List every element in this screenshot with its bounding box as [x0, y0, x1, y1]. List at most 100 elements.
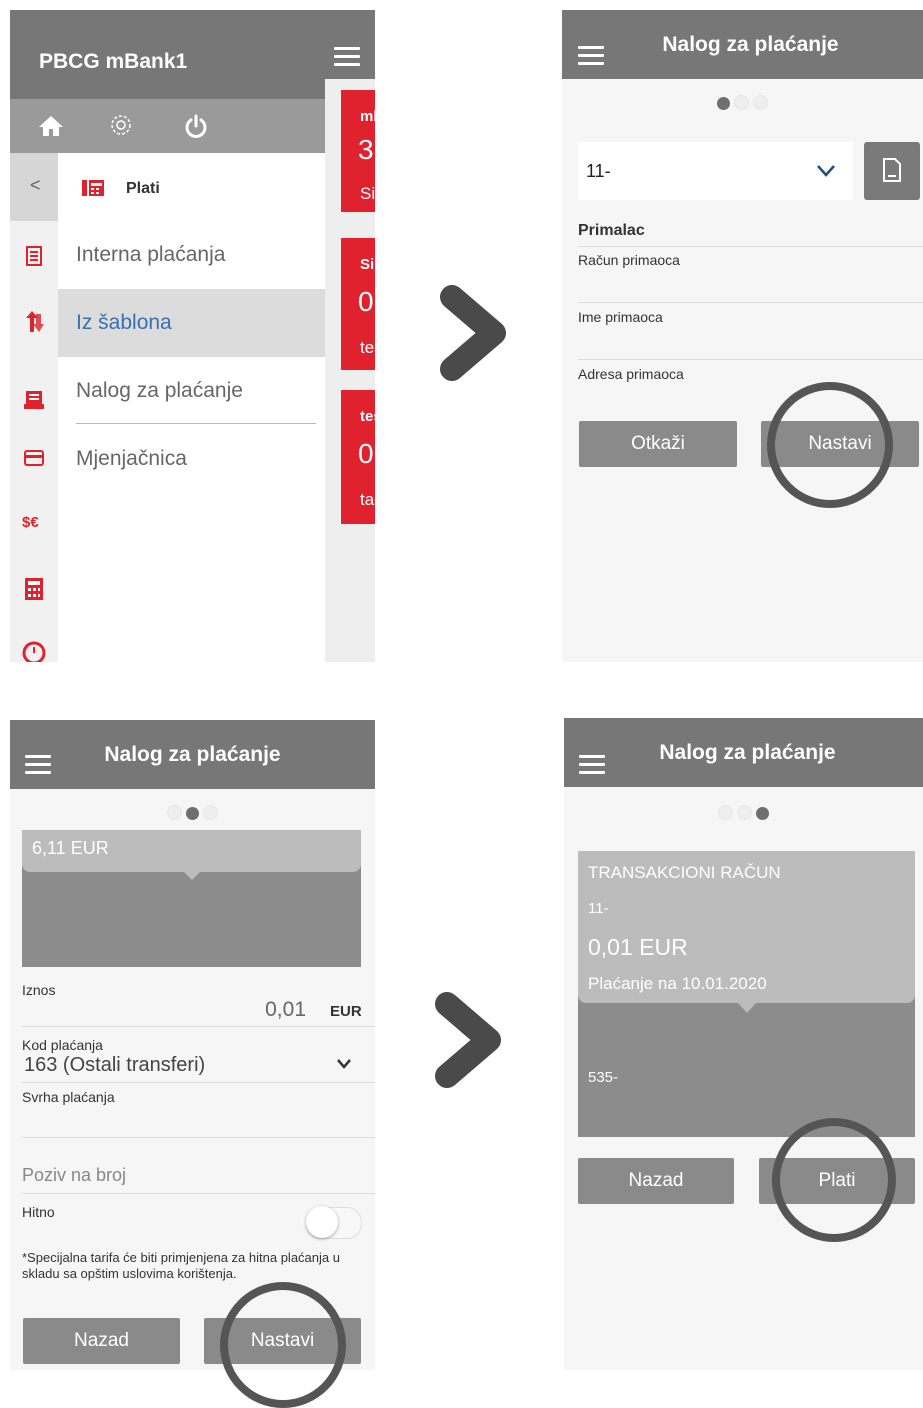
top-bar: Nalog za plaćanje — [564, 718, 923, 787]
chevron-down-icon — [817, 165, 835, 177]
document-icon — [883, 158, 901, 182]
calculator-icon[interactable] — [25, 578, 43, 600]
menu-item-nalog[interactable]: Nalog za plaćanje — [10, 357, 325, 425]
document-icon[interactable] — [26, 246, 42, 266]
reference-input[interactable]: Poziv na broj — [22, 1165, 126, 1186]
screen-confirm: Nalog za plaćanje TRANSAKCIONI RAČUN 11-… — [564, 718, 923, 1370]
card-line2: 0, — [358, 438, 375, 469]
recipient-account-field[interactable]: Račun primaoca — [578, 252, 918, 268]
page-indicator — [564, 805, 923, 825]
page-title: Nalog za plaćanje — [659, 741, 836, 764]
account-card-1[interactable]: mb 33 Sim — [341, 90, 375, 212]
menu-item-label: Mjenjačnica — [76, 447, 187, 470]
divider — [22, 1026, 375, 1027]
payment-amount: 0,01 EUR — [588, 934, 688, 960]
divider — [22, 1082, 375, 1083]
currency-label: EUR — [330, 1003, 362, 1020]
menu-icon[interactable] — [334, 47, 360, 66]
card-line1: tes — [360, 408, 375, 425]
page-dot — [737, 805, 752, 820]
account-type: TRANSAKCIONI RAČUN — [588, 863, 781, 882]
page-dot — [186, 807, 199, 820]
card-line1: Sim — [360, 256, 375, 273]
page-dot — [203, 805, 218, 820]
balance-pointer — [184, 872, 200, 880]
order-icon[interactable] — [24, 390, 44, 410]
screen-amount: Nalog za plaćanje 6,11 EUR Iznos 0,01 EU… — [10, 720, 375, 1370]
chevron-down-icon[interactable] — [336, 1058, 352, 1070]
back-cell[interactable]: < — [10, 153, 58, 221]
account-select[interactable]: 11- — [578, 142, 853, 200]
page-title: Nalog za plaćanje — [104, 743, 281, 766]
card-line3: tag — [360, 490, 375, 509]
card-icon[interactable] — [24, 450, 44, 466]
cancel-button[interactable]: Otkaži — [579, 421, 737, 467]
urgent-toggle[interactable] — [306, 1206, 362, 1239]
highlight-circle — [767, 382, 893, 508]
menu-item-mjenjacnica[interactable]: Mjenjačnica — [10, 425, 325, 493]
divider — [578, 359, 923, 360]
summary-pointer — [738, 1003, 756, 1013]
power-icon[interactable] — [183, 113, 209, 139]
menu-item-label: Interna plaćanja — [76, 243, 226, 266]
payment-code-select[interactable]: 163 (Ostali transferi) — [24, 1054, 205, 1077]
divider — [22, 1137, 375, 1138]
section-title: Primalac — [578, 222, 645, 239]
chevron-left-icon: < — [30, 175, 41, 195]
balance-card: 6,11 EUR — [22, 830, 361, 967]
page-dot — [756, 807, 769, 820]
divider — [578, 246, 923, 247]
app-header: PBCG mBank1 — [10, 10, 325, 99]
account-card-2[interactable]: Sim 0, tes — [341, 238, 375, 370]
payment-code-label: Kod plaćanja — [22, 1037, 103, 1053]
page-dot — [718, 805, 733, 820]
amount-input[interactable]: 0,01 — [250, 998, 306, 1022]
purpose-field[interactable]: Svrha plaćanja — [22, 1089, 115, 1105]
clock-icon[interactable] — [22, 641, 46, 662]
next-arrow-icon — [435, 992, 501, 1088]
page-dot — [753, 95, 768, 110]
divider — [22, 1193, 375, 1194]
back-button[interactable]: Nazad — [23, 1318, 180, 1364]
toggle-knob — [306, 1206, 338, 1238]
page-dot — [717, 97, 730, 110]
balance-value: 6,11 EUR — [32, 838, 109, 858]
card-line2: 33 — [358, 134, 375, 165]
menu-item-sablon[interactable]: Iz šablona — [58, 289, 325, 357]
template-button[interactable] — [864, 142, 920, 200]
pay-icon — [82, 180, 104, 196]
quick-icon-bar — [10, 99, 325, 153]
amount-label: Iznos — [22, 982, 56, 998]
card-line1: mb — [360, 108, 375, 125]
gear-icon[interactable] — [107, 111, 135, 139]
menu-divider — [76, 423, 316, 424]
page-indicator — [562, 95, 923, 115]
highlight-circle — [772, 1118, 896, 1242]
top-bar: Nalog za plaćanje — [10, 720, 375, 789]
recipient-name-field[interactable]: Ime primaoca — [578, 309, 918, 325]
page-dot — [734, 95, 749, 110]
app-title: PBCG mBank1 — [39, 50, 188, 73]
recipient-account: 535- — [588, 1069, 619, 1086]
page-indicator — [10, 805, 375, 825]
transfer-icon[interactable] — [24, 310, 44, 334]
screen-menu: PBCG mBank1 mb 33 Sim Sim 0, tes tes 0, … — [10, 10, 375, 662]
menu-item-label: Nalog za plaćanje — [76, 379, 243, 402]
account-card-3[interactable]: tes 0, tag — [341, 390, 375, 524]
card-line3: Sim — [360, 184, 375, 203]
screen-recipient: Nalog za plaćanje 11- Primalac Račun pri… — [562, 10, 923, 662]
home-icon[interactable] — [38, 114, 64, 138]
recipient-address-field[interactable]: Adresa primaoca — [578, 366, 918, 382]
card-line2: 0, — [358, 286, 375, 317]
urgent-note: *Specijalna tarifa će biti primjenjena z… — [22, 1250, 340, 1281]
exchange-icon[interactable]: $€ — [22, 514, 39, 531]
menu-item-label: Iz šablona — [76, 311, 172, 334]
summary-card: TRANSAKCIONI RAČUN 11- 0,01 EUR Plaćanje… — [578, 851, 915, 1137]
page-title: Nalog za plaćanje — [662, 33, 839, 56]
top-bar: Nalog za plaćanje — [562, 10, 923, 79]
account-number: 11- — [588, 900, 609, 917]
topbar-right — [325, 10, 375, 79]
highlight-circle — [220, 1282, 346, 1408]
back-button[interactable]: Nazad — [578, 1158, 734, 1204]
menu-item-interna[interactable]: Interna plaćanja — [10, 221, 325, 289]
